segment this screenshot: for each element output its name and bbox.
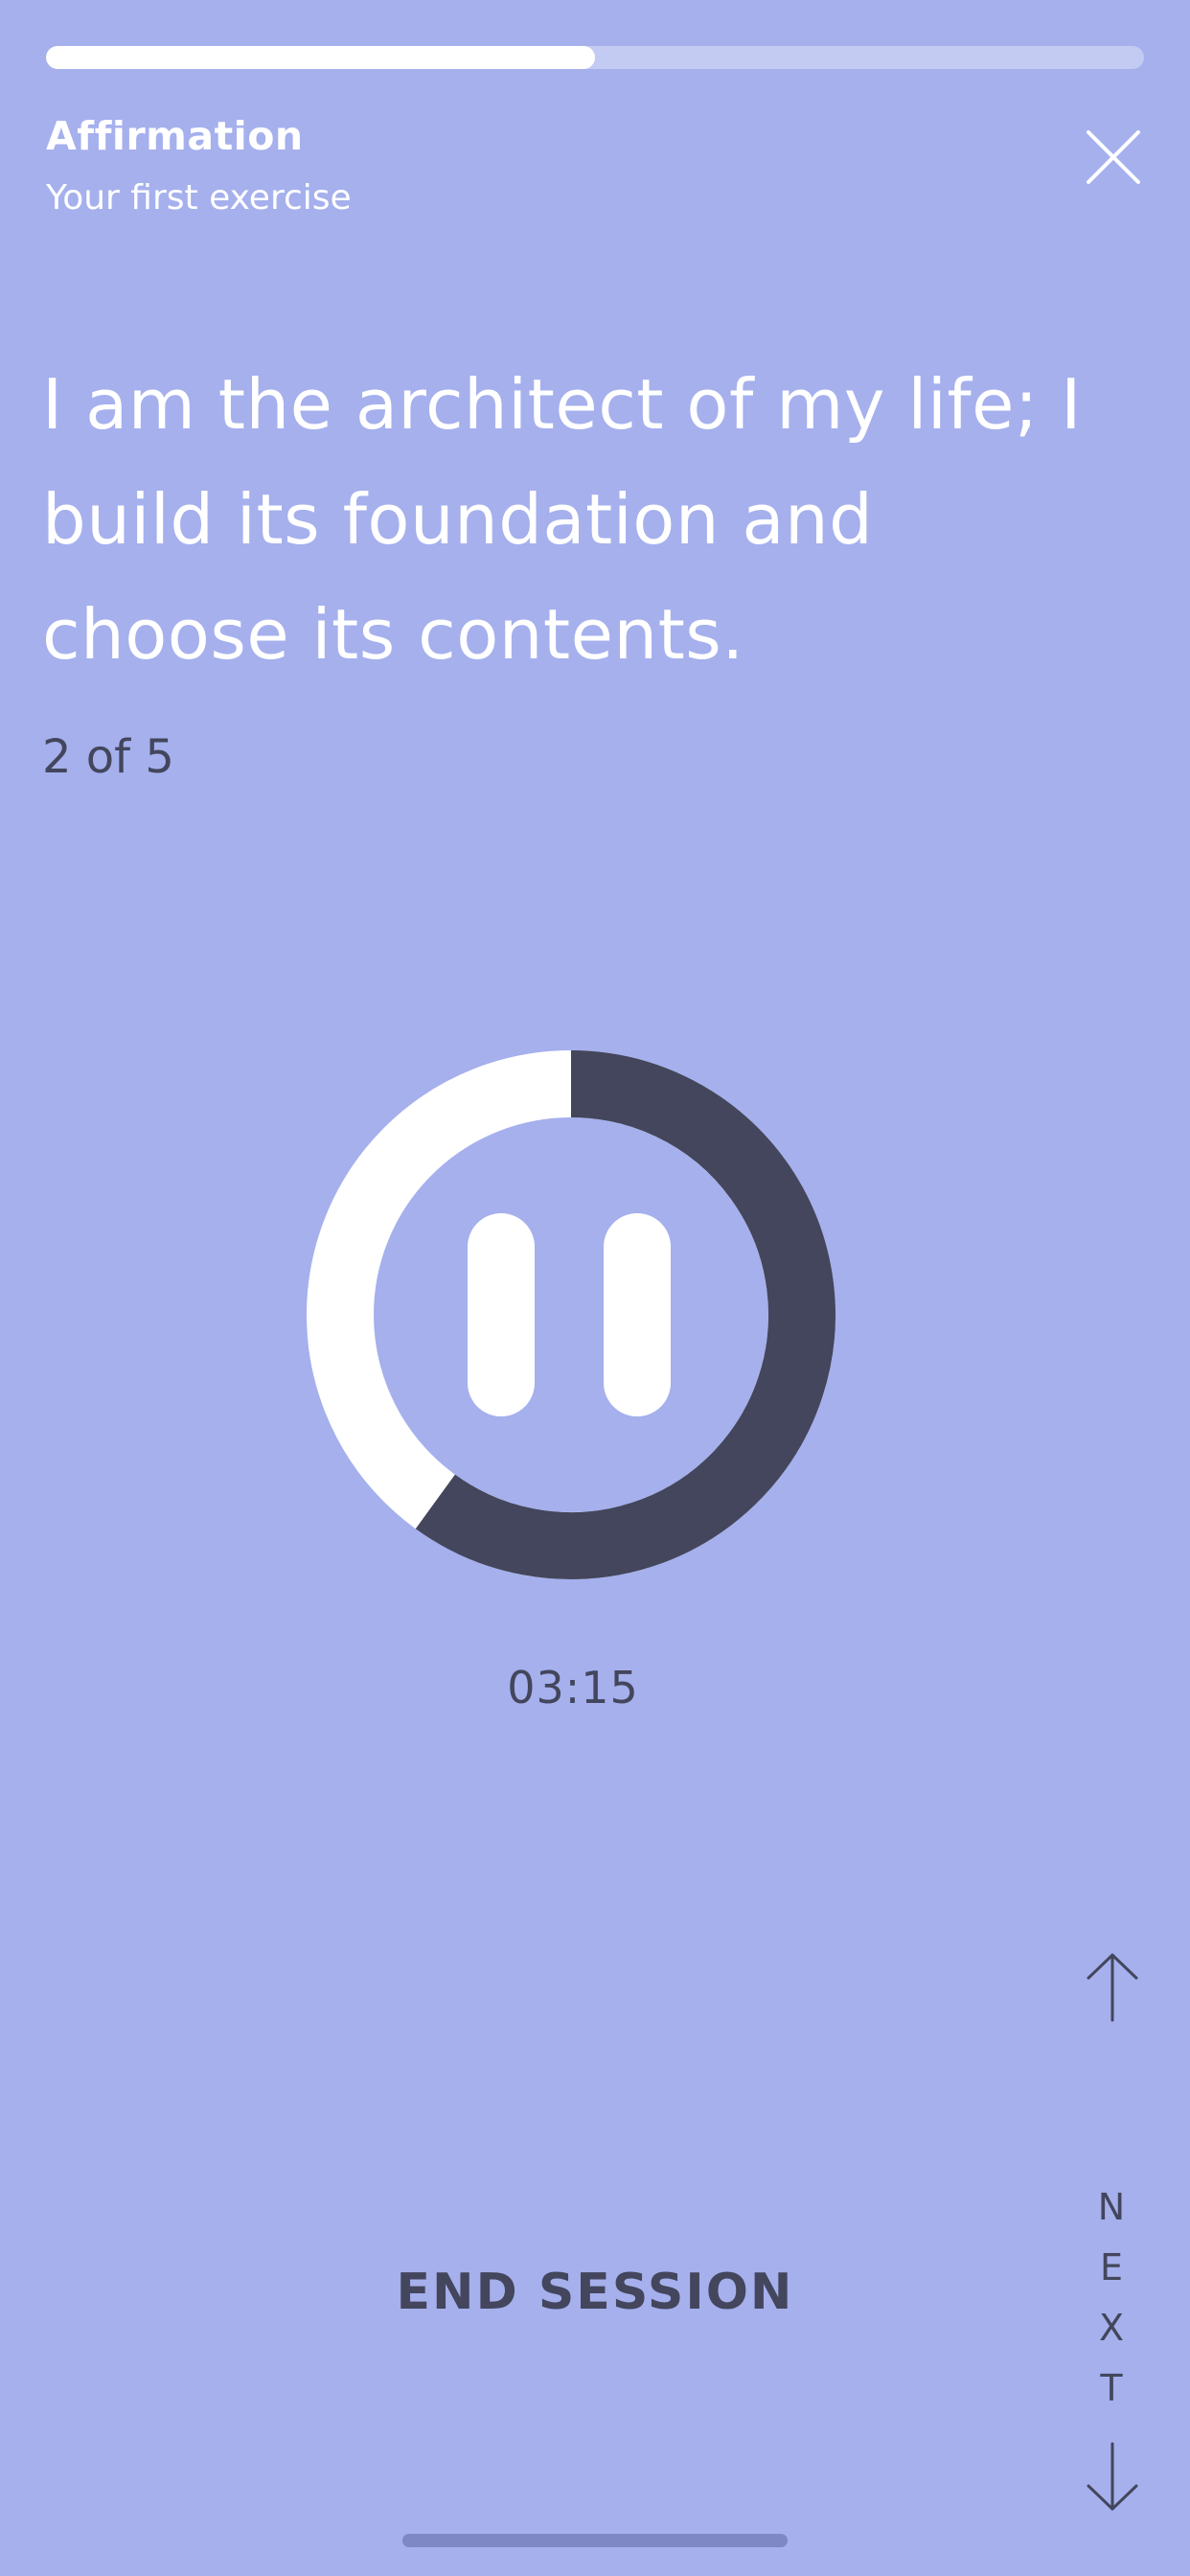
exercise-progress-fill xyxy=(46,46,595,69)
affirmation-counter: 2 of 5 xyxy=(42,730,174,784)
next-arrow-button[interactable] xyxy=(1085,2440,1140,2513)
pause-bar-right xyxy=(604,1213,671,1416)
previous-button[interactable] xyxy=(1085,1951,1140,2024)
timer-readout: 03:15 xyxy=(507,1662,639,1714)
affirmation-text: I am the architect of my life; I build i… xyxy=(42,364,1082,675)
pause-button[interactable] xyxy=(466,1213,673,1416)
exercise-subtitle: Your first exercise xyxy=(46,178,352,218)
next-letter-n: N xyxy=(1097,2186,1126,2228)
exercise-title: Affirmation xyxy=(46,113,304,159)
arrow-down-icon xyxy=(1087,2442,1138,2511)
next-letter-t: T xyxy=(1100,2367,1123,2409)
exercise-progress-bar xyxy=(46,46,1144,69)
arrow-up-icon xyxy=(1087,1953,1138,2022)
pause-bar-left xyxy=(468,1213,535,1416)
home-indicator xyxy=(402,2534,788,2547)
close-button[interactable] xyxy=(1083,126,1144,188)
close-icon xyxy=(1087,130,1140,184)
end-session-button[interactable]: END SESSION xyxy=(0,2264,1190,2321)
